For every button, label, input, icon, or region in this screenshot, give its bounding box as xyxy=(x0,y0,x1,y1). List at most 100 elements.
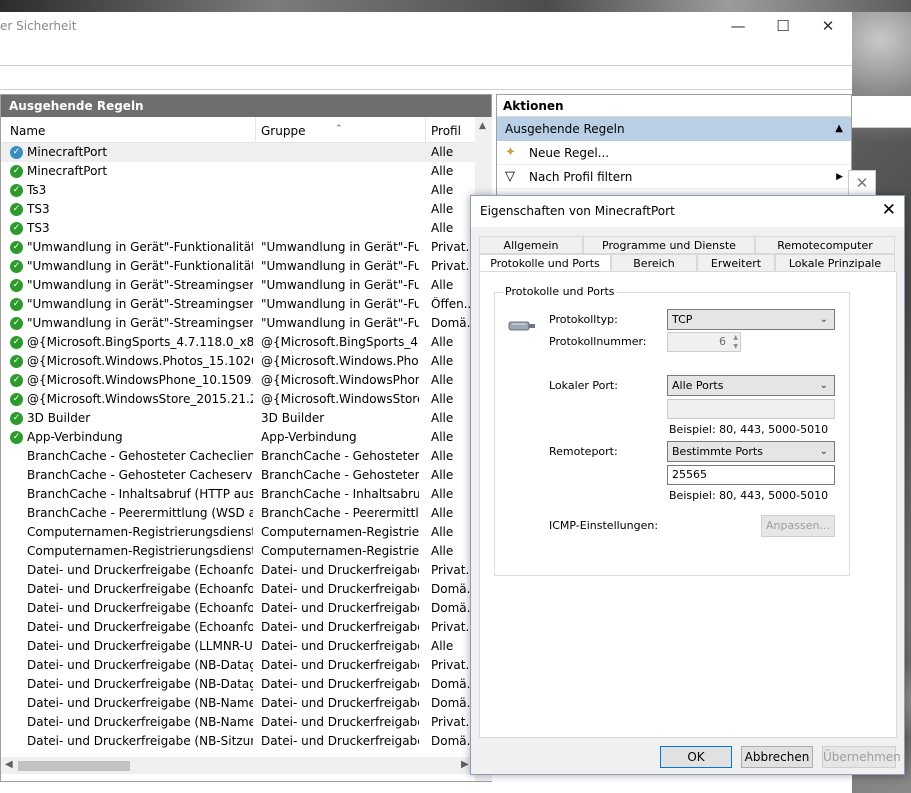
scroll-up-icon[interactable]: ▲ xyxy=(479,121,486,131)
table-row[interactable]: BranchCache - Gehosteter Cacheclient (..… xyxy=(1,447,475,466)
table-row[interactable]: ✓ TS3 Alle xyxy=(1,219,475,238)
table-row[interactable]: ✓ @{Microsoft.WindowsPhone_10.1509.170...… xyxy=(1,371,475,390)
enabled-check-icon: ✓ xyxy=(10,412,23,425)
table-row[interactable]: ✓ App-Verbindung App-Verbindung Alle xyxy=(1,428,475,447)
rule-name-cell: TS3 xyxy=(27,221,50,235)
tab-local-principals[interactable]: Lokale Prinzipale xyxy=(775,254,895,272)
rule-name-cell: "Umwandlung in Gerät"-Funktionalität (..… xyxy=(27,259,253,273)
column-separator[interactable] xyxy=(255,117,256,143)
scroll-right-icon[interactable]: ▶ xyxy=(461,759,469,770)
column-header-profile[interactable]: Profil xyxy=(431,124,461,138)
table-row[interactable]: Datei- und Druckerfreigabe (NB-Name a...… xyxy=(1,713,475,732)
table-row[interactable]: ✓ @{Microsoft.BingSports_4.7.118.0_x86__8… xyxy=(1,333,475,352)
rule-group-cell: Datei- und Druckerfreigabe xyxy=(261,696,419,710)
table-row[interactable]: Datei- und Druckerfreigabe (NB-Name a...… xyxy=(1,694,475,713)
scroll-left-icon[interactable]: ◀ xyxy=(5,759,13,770)
table-row[interactable]: ✓ MinecraftPort Alle xyxy=(1,143,475,162)
close-icon[interactable]: ✕ xyxy=(848,170,876,196)
table-row[interactable]: Datei- und Druckerfreigabe (LLMNR-UDP...… xyxy=(1,637,475,656)
table-row[interactable]: Datei- und Druckerfreigabe (NB-Datagra..… xyxy=(1,656,475,675)
apply-button[interactable]: Übernehmen xyxy=(822,746,901,768)
rule-name-cell: @{Microsoft.WindowsStore_2015.21.25.0... xyxy=(27,392,253,406)
tab-programs[interactable]: Programme und Dienste xyxy=(583,236,755,254)
rule-name-cell: "Umwandlung in Gerät"-Streamingserver... xyxy=(27,297,253,311)
chevron-down-icon: ⌄ xyxy=(819,314,828,325)
column-header-group[interactable]: Gruppe xyxy=(261,124,305,138)
table-row[interactable]: ✓ "Umwandlung in Gerät"-Streamingserver..… xyxy=(1,314,475,333)
tab-panel: Protokolle und Ports Protokolltyp: TCP ⌄… xyxy=(479,271,897,738)
remote-port-input[interactable]: 25565 xyxy=(667,465,835,485)
tab-general[interactable]: Allgemein xyxy=(479,236,583,254)
table-row[interactable]: ✓ @{Microsoft.WindowsStore_2015.21.25.0..… xyxy=(1,390,475,409)
protocol-type-value: TCP xyxy=(672,313,693,326)
background-window-sliver xyxy=(852,96,911,128)
table-row[interactable]: ✓ MinecraftPort Alle xyxy=(1,162,475,181)
enabled-check-icon: ✓ xyxy=(10,241,23,254)
rule-name-cell: TS3 xyxy=(27,202,50,216)
table-row[interactable]: ✓ TS3 Alle xyxy=(1,200,475,219)
table-row[interactable]: Datei- und Druckerfreigabe (Echoanforde.… xyxy=(1,618,475,637)
maximize-icon[interactable]: ☐ xyxy=(771,16,795,38)
rule-group-cell: "Umwandlung in Gerät"-Fu... xyxy=(261,240,419,254)
rule-group-cell: Computernamen-Registrier... xyxy=(261,544,419,558)
rule-group-cell: "Umwandlung in Gerät"-Fu... xyxy=(261,297,419,311)
table-row[interactable]: ✓ @{Microsoft.Windows.Photos_15.1026.13..… xyxy=(1,352,475,371)
column-separator[interactable] xyxy=(425,117,426,143)
rule-group-cell: Datei- und Druckerfreigabe xyxy=(261,601,419,615)
remote-port-select[interactable]: Bestimmte Ports ⌄ xyxy=(667,441,835,462)
customize-button[interactable]: Anpassen... xyxy=(761,515,835,537)
table-row[interactable]: BranchCache - Peerermittlung (WSD aus...… xyxy=(1,504,475,523)
rule-name-cell: Datei- und Druckerfreigabe (Echoanforde.… xyxy=(27,582,253,596)
sort-asc-icon: ⌃ xyxy=(335,124,343,134)
table-row[interactable]: ✓ Ts3 Alle xyxy=(1,181,475,200)
tab-advanced[interactable]: Erweitert xyxy=(697,254,775,272)
pane-title: Ausgehende Regeln xyxy=(1,95,491,117)
rule-profile-cell: Alle xyxy=(431,202,454,216)
menu-bar xyxy=(0,42,852,66)
scroll-thumb[interactable] xyxy=(18,761,130,771)
actions-section-outbound[interactable]: Ausgehende Regeln ▲ xyxy=(497,117,851,141)
close-icon[interactable]: ✕ xyxy=(882,200,896,220)
collapse-icon[interactable]: ▲ xyxy=(835,117,843,141)
tab-remote-computers[interactable]: Remotecomputer xyxy=(755,236,895,254)
filter-icon: ▽ xyxy=(505,169,515,184)
actions-title: Aktionen xyxy=(497,95,851,117)
tab-protocols-ports[interactable]: Protokolle und Ports xyxy=(479,254,611,272)
tab-scope[interactable]: Bereich xyxy=(611,254,697,272)
action-filter-profile[interactable]: ▽ Nach Profil filtern ▶ xyxy=(497,165,851,189)
enabled-check-icon: ✓ xyxy=(10,203,23,216)
table-row[interactable]: ✓ "Umwandlung in Gerät"-Streamingserver..… xyxy=(1,295,475,314)
enabled-check-icon: ✓ xyxy=(10,260,23,273)
table-row[interactable]: Datei- und Druckerfreigabe (NB-Datagra..… xyxy=(1,675,475,694)
rule-profile-cell: Alle xyxy=(431,430,454,444)
rule-group-cell: @{Microsoft.WindowsStore... xyxy=(261,392,419,406)
table-row[interactable]: ✓ 3D Builder 3D Builder Alle xyxy=(1,409,475,428)
table-row[interactable]: BranchCache - Gehosteter Cacheserver (..… xyxy=(1,466,475,485)
table-row[interactable]: ✓ "Umwandlung in Gerät"-Funktionalität (.… xyxy=(1,238,475,257)
minimize-icon[interactable]: — xyxy=(726,16,750,38)
rule-group-cell: "Umwandlung in Gerät"-Fu... xyxy=(261,278,419,292)
ok-button[interactable]: OK xyxy=(660,746,732,768)
action-new-rule[interactable]: ✦ Neue Regel... xyxy=(497,141,851,165)
table-row[interactable]: ✓ "Umwandlung in Gerät"-Streamingserver..… xyxy=(1,276,475,295)
horizontal-scrollbar[interactable]: ◀ ▶ xyxy=(1,757,475,774)
table-row[interactable]: Datei- und Druckerfreigabe (Echoanforde.… xyxy=(1,580,475,599)
enabled-check-icon: ✓ xyxy=(10,336,23,349)
table-row[interactable]: Datei- und Druckerfreigabe (NB-Sitzung .… xyxy=(1,732,475,751)
rule-name-cell: "Umwandlung in Gerät"-Streamingserver... xyxy=(27,316,253,330)
table-row[interactable]: Computernamen-Registrierungsdienst v... C… xyxy=(1,523,475,542)
rule-name-cell: Computernamen-Registrierungsdienst v... xyxy=(27,544,253,558)
table-row[interactable]: ✓ "Umwandlung in Gerät"-Funktionalität (.… xyxy=(1,257,475,276)
table-row[interactable]: BranchCache - Inhaltsabruf (HTTP ausge..… xyxy=(1,485,475,504)
table-row[interactable]: Datei- und Druckerfreigabe (Echoanforde.… xyxy=(1,599,475,618)
rule-profile-cell: Domä... xyxy=(431,677,471,691)
close-icon[interactable]: ✕ xyxy=(816,16,840,38)
table-row[interactable]: Computernamen-Registrierungsdienst v... C… xyxy=(1,542,475,561)
column-header-name[interactable]: Name xyxy=(10,124,45,138)
table-row[interactable]: Datei- und Druckerfreigabe (Echoanforde.… xyxy=(1,561,475,580)
protocol-type-select[interactable]: TCP ⌄ xyxy=(667,309,835,330)
rule-group-cell: "Umwandlung in Gerät"-Fu... xyxy=(261,316,419,330)
protocol-number-value: 6 xyxy=(719,335,726,348)
local-port-select[interactable]: Alle Ports ⌄ xyxy=(667,375,835,396)
cancel-button[interactable]: Abbrechen xyxy=(741,746,813,768)
